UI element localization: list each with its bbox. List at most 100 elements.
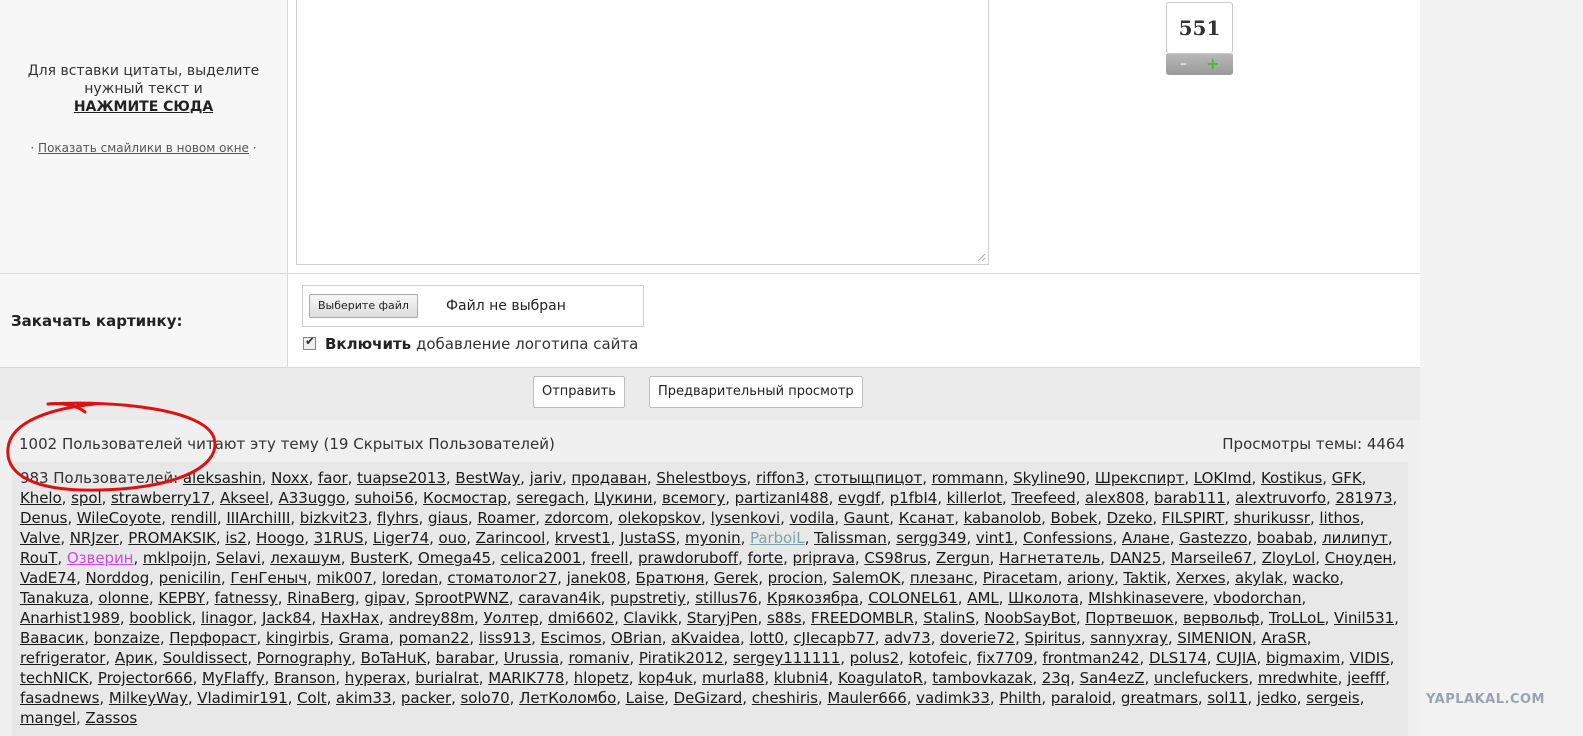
user-link[interactable]: fasadnews: [20, 689, 99, 707]
user-link[interactable]: zdorcom: [545, 509, 609, 527]
user-link[interactable]: Gerek: [714, 569, 758, 587]
user-link[interactable]: Spiritus: [1025, 629, 1081, 647]
user-link[interactable]: polus2: [850, 649, 899, 667]
user-link[interactable]: freell: [591, 549, 629, 567]
user-link[interactable]: poman22: [399, 629, 470, 647]
user-link[interactable]: SIMENION: [1177, 629, 1252, 647]
user-link[interactable]: DeGizard: [674, 689, 743, 707]
user-link[interactable]: faor: [318, 469, 348, 487]
user-link[interactable]: rommann: [932, 469, 1004, 487]
user-link[interactable]: jedko: [1257, 689, 1297, 707]
user-link[interactable]: ouo: [439, 529, 467, 547]
user-link[interactable]: WileCoyote: [77, 509, 161, 527]
user-link[interactable]: Shelestboys: [656, 469, 746, 487]
user-link[interactable]: mangel: [20, 709, 76, 727]
user-link[interactable]: ParboiL: [750, 529, 805, 547]
user-link[interactable]: A33uggo: [279, 489, 346, 507]
user-link[interactable]: lysenkovi: [711, 509, 781, 527]
user-link[interactable]: Roamer: [477, 509, 535, 527]
user-link[interactable]: sergey111111: [733, 649, 840, 667]
user-link[interactable]: greatmars: [1121, 689, 1198, 707]
user-link[interactable]: FILSPIRT: [1162, 509, 1225, 527]
user-link[interactable]: Escimos: [541, 629, 602, 647]
user-link[interactable]: Hoogo: [256, 529, 304, 547]
user-link[interactable]: murla88: [702, 669, 764, 687]
vote-minus-icon[interactable]: –: [1180, 56, 1187, 72]
user-link[interactable]: 281973: [1335, 489, 1392, 507]
user-link[interactable]: klubni4: [774, 669, 829, 687]
user-link[interactable]: CUJIA: [1216, 649, 1256, 667]
user-link[interactable]: celica2001: [501, 549, 582, 567]
user-link[interactable]: Colt: [297, 689, 327, 707]
user-link[interactable]: Piratik2012: [639, 649, 724, 667]
user-link[interactable]: Школота: [1008, 589, 1079, 607]
user-link[interactable]: mklpoijn: [143, 549, 207, 567]
user-link[interactable]: spol: [71, 489, 102, 507]
user-link[interactable]: sergg349: [896, 529, 966, 547]
user-link[interactable]: COLONEL61: [868, 589, 958, 607]
user-link[interactable]: alextruvorfo: [1235, 489, 1326, 507]
user-link[interactable]: Skyline90: [1013, 469, 1085, 487]
user-link[interactable]: Шрекспирт: [1095, 469, 1185, 487]
user-link[interactable]: SalemOK: [832, 569, 900, 587]
logo-checkbox[interactable]: ✔: [303, 334, 316, 350]
user-link[interactable]: lithos: [1319, 509, 1359, 527]
user-link[interactable]: mredwhite: [1258, 669, 1338, 687]
user-link[interactable]: seregach: [516, 489, 584, 507]
user-link[interactable]: bonzaize: [94, 629, 160, 647]
user-link[interactable]: akylak: [1235, 569, 1283, 587]
user-link[interactable]: KEPBY: [158, 589, 205, 607]
user-link[interactable]: packer: [401, 689, 451, 707]
user-link[interactable]: AraSR: [1261, 629, 1306, 647]
user-link[interactable]: DLS174: [1149, 649, 1207, 667]
user-link[interactable]: techNICK: [20, 669, 88, 687]
user-link[interactable]: Valve: [20, 529, 60, 547]
reply-textarea[interactable]: [296, 0, 989, 265]
user-link[interactable]: всемогу: [662, 489, 725, 507]
user-link[interactable]: VIDIS: [1350, 649, 1390, 667]
user-link[interactable]: gipav: [364, 589, 405, 607]
user-link[interactable]: Kostikus: [1261, 469, 1322, 487]
user-link[interactable]: kotofeic: [909, 649, 968, 667]
user-link[interactable]: frontman242: [1042, 649, 1139, 667]
user-link[interactable]: lott0: [749, 629, 783, 647]
user-link[interactable]: fix7709: [977, 649, 1033, 667]
user-link[interactable]: StaryjPen: [687, 609, 758, 627]
user-link[interactable]: aleksashin: [183, 469, 262, 487]
user-link[interactable]: caravan4ik: [518, 589, 600, 607]
user-link[interactable]: aKvaidea: [671, 629, 740, 647]
user-link[interactable]: Gastezzo: [1179, 529, 1247, 547]
user-link[interactable]: jeefff: [1347, 669, 1385, 687]
user-link[interactable]: Selavi: [216, 549, 261, 567]
user-link[interactable]: Gaunt: [844, 509, 890, 527]
user-link[interactable]: forte: [748, 549, 784, 567]
user-link[interactable]: Портвешок: [1085, 609, 1173, 627]
user-link[interactable]: FREEDOMBLR: [811, 609, 914, 627]
user-link[interactable]: unclefuckers: [1154, 669, 1249, 687]
user-link[interactable]: Akseel: [220, 489, 269, 507]
user-link[interactable]: SprootPWNZ: [415, 589, 509, 607]
user-link[interactable]: Laise: [626, 689, 665, 707]
user-link[interactable]: Вавасик: [20, 629, 84, 647]
user-link[interactable]: Tanakuza: [20, 589, 89, 607]
user-link[interactable]: myonin: [685, 529, 741, 547]
user-link[interactable]: liss913: [479, 629, 531, 647]
user-link[interactable]: bizkvit23: [300, 509, 368, 527]
user-link[interactable]: procion: [768, 569, 823, 587]
user-link[interactable]: is2: [225, 529, 246, 547]
send-button[interactable]: Отправить: [533, 376, 625, 408]
user-link[interactable]: Крякозябра: [767, 589, 859, 607]
user-link[interactable]: riffon3: [756, 469, 805, 487]
user-link[interactable]: Арик: [115, 649, 153, 667]
user-link[interactable]: OBrian: [611, 629, 662, 647]
user-link[interactable]: prawdoruboff: [638, 549, 738, 567]
user-link[interactable]: dmi6602: [548, 609, 614, 627]
user-link[interactable]: Anarhist1989: [20, 609, 120, 627]
user-link[interactable]: Noxx: [271, 469, 309, 487]
user-link[interactable]: Confessions: [1023, 529, 1112, 547]
user-link[interactable]: romaniv: [568, 649, 629, 667]
user-link[interactable]: Grama: [339, 629, 390, 647]
user-link[interactable]: Bobek: [1051, 509, 1098, 527]
user-link[interactable]: Mauler666: [827, 689, 906, 707]
user-link[interactable]: Jack84: [262, 609, 311, 627]
